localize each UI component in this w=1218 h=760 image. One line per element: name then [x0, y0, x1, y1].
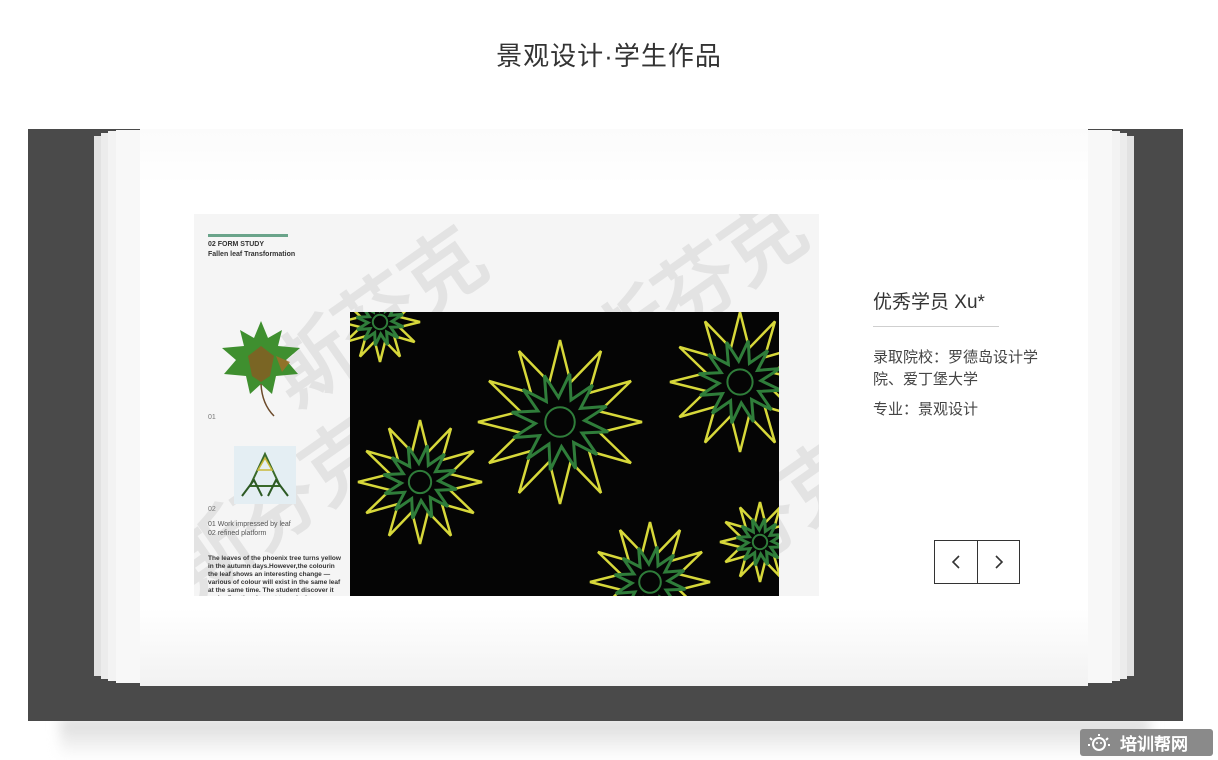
chevron-left-icon: [951, 555, 960, 569]
divider: [873, 326, 999, 327]
artwork-caption: 01 Work impressed by leaf: [208, 521, 291, 528]
figure-label: 02: [208, 506, 216, 513]
refined-platform-image: [234, 446, 296, 504]
chevron-right-icon: [994, 555, 1003, 569]
prev-button[interactable]: [935, 541, 977, 583]
pattern-core: [726, 368, 754, 396]
sun-face-icon: [1088, 733, 1110, 751]
student-name: 优秀学员 Xu*: [873, 292, 985, 313]
pattern-core: [544, 406, 576, 438]
student-info: 优秀学员 Xu* 录取院校：罗德岛设计学院、爱丁堡大学 专业：景观设计: [873, 290, 1063, 421]
artwork-subheading: Fallen leaf Transformation: [208, 251, 296, 258]
frame-shadow: [60, 718, 1150, 758]
student-artwork[interactable]: 斯芬克 斯芬克 斯芬克 斯芬克 02 FORM STUDY Fallen lea…: [194, 214, 819, 596]
section-title: 景观设计·学生作品: [496, 41, 722, 71]
carousel-navigation: [934, 540, 1020, 584]
artwork-description: The leaves of the phoenix tree turns yel…: [208, 555, 341, 596]
artwork-heading: 02 FORM STUDY: [208, 241, 265, 248]
leaf-image: [222, 321, 300, 417]
admitted-schools: 录取院校：罗德岛设计学院、爱丁堡大学: [873, 349, 1039, 388]
leaf-pattern-image: [350, 312, 779, 596]
heading-accent-bar: [208, 234, 288, 237]
pattern-core: [751, 533, 769, 551]
figure-label: 01: [208, 414, 216, 421]
pattern-core: [371, 313, 389, 331]
next-button[interactable]: [977, 541, 1019, 583]
pattern-core: [638, 570, 662, 594]
brand-badge[interactable]: 培训帮网: [1080, 729, 1213, 756]
pattern-core: [407, 469, 433, 495]
major: 专业：景观设计: [873, 401, 979, 418]
brand-label: 培训帮网: [1120, 735, 1188, 754]
artwork-caption: 02 refined platform: [208, 530, 267, 537]
